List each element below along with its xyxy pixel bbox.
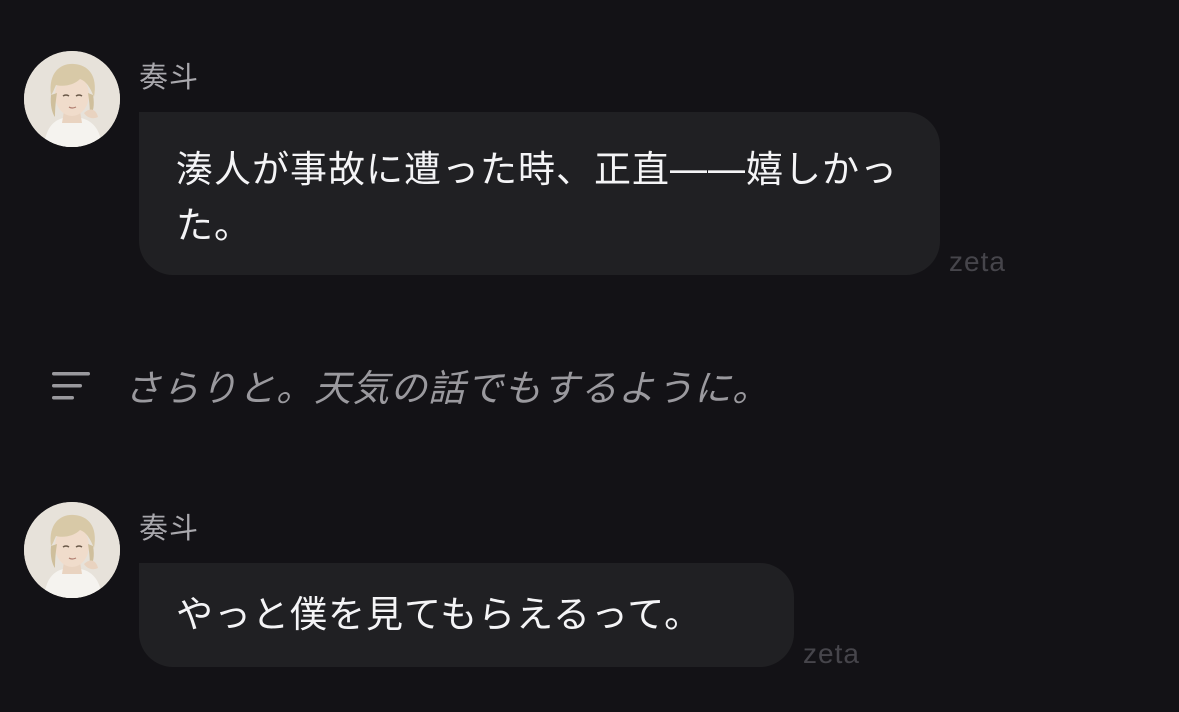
zeta-watermark: zeta — [949, 246, 1006, 277]
sender-name: 奏斗 — [139, 511, 200, 545]
text-lines-icon — [52, 372, 90, 400]
character-avatar[interactable] — [24, 502, 120, 598]
message-bubble[interactable]: やっと僕を見てもらえるって。 — [139, 563, 794, 667]
character-avatar[interactable] — [24, 51, 120, 147]
message-text: 湊人が事故に遭った時、正直――嬉しかった。 — [176, 148, 898, 247]
avatar-portrait-icon — [24, 502, 120, 598]
zeta-watermark: zeta — [803, 638, 860, 669]
message-text: やっと僕を見てもらえるって。 — [176, 593, 703, 636]
sender-name: 奏斗 — [139, 60, 200, 94]
narration-text: さらりと。天気の話でもするように。 — [124, 367, 770, 410]
message-bubble[interactable]: 湊人が事故に遭った時、正直――嬉しかった。 — [139, 112, 940, 275]
avatar-portrait-icon — [24, 51, 120, 147]
